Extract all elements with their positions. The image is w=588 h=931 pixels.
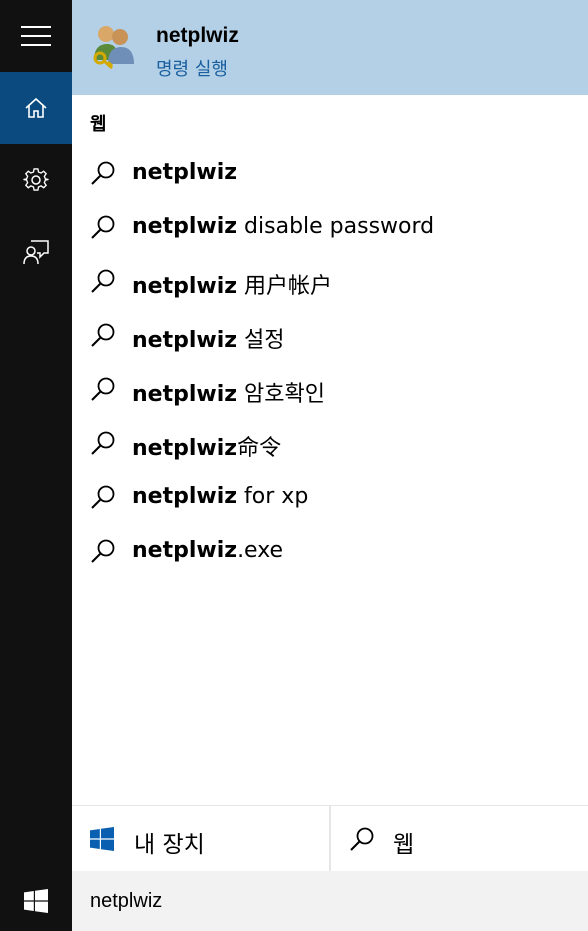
suggestion-item[interactable]: netplwiz [72,146,588,200]
suggestion-completion: 암호확인 [237,382,326,407]
suggestion-item[interactable]: netplwiz 설정 [72,308,588,362]
suggestion-item[interactable]: netplwiz.exe [72,524,588,578]
search-box[interactable] [72,871,588,931]
search-scope-bar: 내 장치 웹 [72,805,588,872]
settings-button[interactable] [0,144,72,216]
suggestion-text: netplwiz disable password [132,214,434,239]
search-icon [91,269,115,293]
suggestion-item[interactable]: netplwiz for xp [72,470,588,524]
suggestion-query-bold: netplwiz [132,382,238,407]
suggestion-completion: disable password [237,214,435,239]
windows-logo-icon [90,827,114,851]
suggestion-query-bold: netplwiz [132,538,238,563]
home-icon [25,97,47,118]
suggestion-completion: 命令 [237,436,282,461]
feedback-button[interactable] [0,216,72,288]
suggestion-text: netplwiz命令 [132,430,281,462]
web-search-button[interactable]: 웹 [331,806,588,872]
windows-start-icon [24,889,48,913]
search-icon [91,161,115,185]
suggestion-query-bold: netplwiz [132,214,238,239]
suggestion-item[interactable]: netplwiz 用户帐户 [72,254,588,308]
web-label: 웹 [393,832,415,858]
search-icon [350,827,374,851]
taskbar [0,871,588,931]
suggestion-item[interactable]: netplwiz disable password [72,200,588,254]
suggestion-text: netplwiz 설정 [132,322,285,354]
suggestion-text: netplwiz for xp [132,484,308,509]
suggestion-completion: 用户帐户 [237,274,333,299]
search-icon [91,539,115,563]
best-match-title: netplwiz [156,24,239,47]
suggestion-query-bold: netplwiz [132,328,238,353]
web-section-heading: 웹 [90,114,107,135]
suggestion-text: netplwiz [132,160,237,185]
search-icon [91,323,115,347]
home-button[interactable] [0,72,72,144]
my-device-label: 내 장치 [134,832,205,858]
best-match-result[interactable]: netplwiz 명령 실행 [72,0,588,95]
settings-gear-icon [23,168,49,191]
search-icon [91,431,115,455]
suggestion-query-bold: netplwiz [132,484,238,509]
navigation-rail [0,0,72,931]
hamburger-menu-icon [21,26,51,46]
users-keys-icon [93,26,134,70]
search-icon [91,377,115,401]
best-match-subtitle: 명령 실행 [156,59,228,80]
suggestion-query-bold: netplwiz [132,274,238,299]
my-device-button[interactable]: 내 장치 [72,806,329,872]
search-icon [91,485,115,509]
suggestion-text: netplwiz 用户帐户 [132,268,332,300]
hamburger-menu-button[interactable] [0,0,72,72]
suggestion-item[interactable]: netplwiz命令 [72,416,588,470]
suggestion-text: netplwiz 암호확인 [132,376,325,408]
suggestion-item[interactable]: netplwiz 암호확인 [72,362,588,416]
feedback-icon [23,240,49,265]
start-button[interactable] [0,871,72,931]
suggestion-completion: for xp [237,484,309,509]
suggestion-query-bold: netplwiz [132,160,238,185]
suggestion-text: netplwiz.exe [132,538,283,563]
suggestion-query-bold: netplwiz [132,436,238,461]
suggestion-completion: 설정 [237,328,285,353]
suggestion-completion: .exe [237,538,284,563]
search-input[interactable] [72,871,588,931]
search-icon [91,215,115,239]
